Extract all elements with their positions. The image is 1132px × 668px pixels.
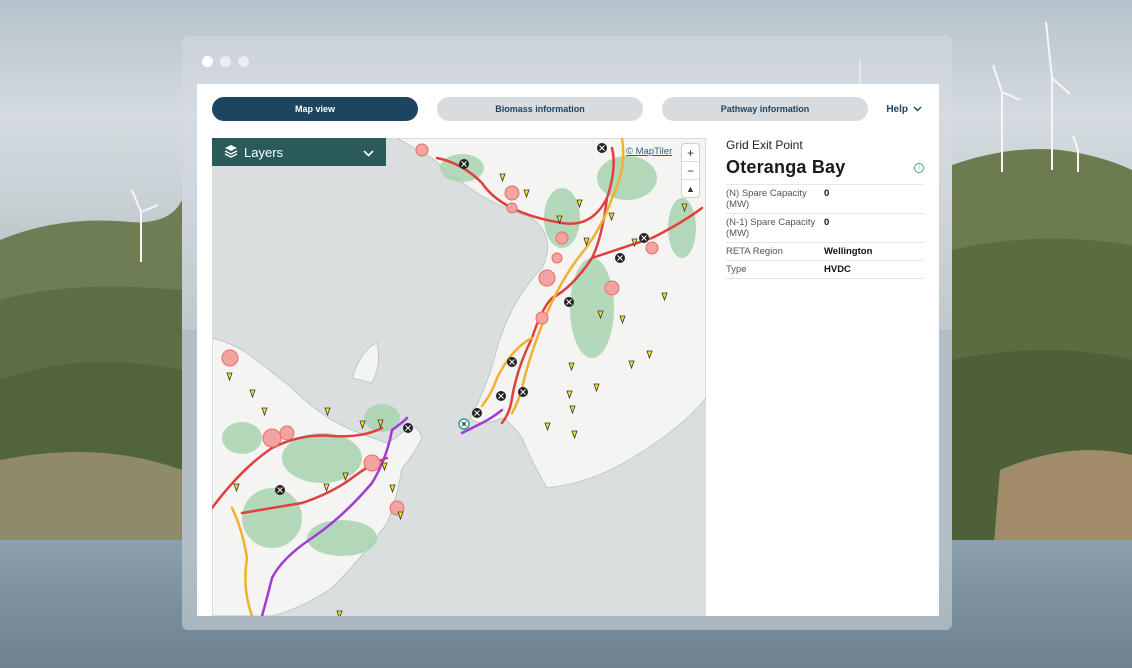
tab-map-view[interactable]: Map view — [212, 97, 418, 121]
property-value: HVDC — [824, 260, 924, 279]
property-key: (N-1) Spare Capacity (MW) — [726, 213, 824, 243]
panel-title: Oteranga Bay — [726, 157, 846, 177]
property-key: RETA Region — [726, 242, 824, 261]
property-key: Type — [726, 260, 824, 279]
map-canvas[interactable]: Layers © MapTiler + − ▲ — [212, 138, 706, 616]
window-controls — [202, 56, 249, 67]
table-row: Type HVDC — [726, 260, 924, 279]
app-window: Map view Biomass information Pathway inf… — [182, 36, 952, 630]
compass-button[interactable]: ▲ — [682, 180, 699, 197]
layers-label: Layers — [244, 144, 284, 160]
table-row: RETA Region Wellington — [726, 242, 924, 261]
chevron-down-icon — [363, 145, 374, 160]
property-value: 0 — [824, 184, 924, 214]
tab-pathway-information[interactable]: Pathway information — [662, 97, 868, 121]
map-basemap — [212, 138, 706, 616]
map-attribution-link[interactable]: © MapTiler — [626, 146, 672, 157]
help-label: Help — [886, 103, 908, 115]
help-menu[interactable]: Help — [886, 104, 924, 115]
panel-subtitle: Grid Exit Point — [726, 138, 803, 152]
zoom-controls: + − ▲ — [682, 144, 699, 197]
table-row: (N) Spare Capacity (MW) 0 — [726, 184, 924, 214]
info-icon[interactable]: i — [914, 162, 924, 173]
window-close-dot[interactable] — [202, 56, 213, 67]
zoom-in-button[interactable]: + — [682, 144, 699, 162]
zoom-out-button[interactable]: − — [682, 162, 699, 180]
layers-icon — [224, 144, 238, 161]
property-key: (N) Spare Capacity (MW) — [726, 184, 824, 214]
app-content: Map view Biomass information Pathway inf… — [197, 84, 939, 616]
window-maximize-dot[interactable] — [238, 56, 249, 67]
property-value: 0 — [824, 213, 924, 243]
info-panel: Grid Exit Point Oteranga Bay i (N) Spare… — [726, 138, 924, 279]
table-row: (N-1) Spare Capacity (MW) 0 — [726, 213, 924, 243]
properties-table: (N) Spare Capacity (MW) 0 (N-1) Spare Ca… — [726, 184, 924, 279]
top-navigation: Map view Biomass information Pathway inf… — [212, 97, 924, 121]
window-minimize-dot[interactable] — [220, 56, 231, 67]
chevron-down-icon — [913, 104, 922, 115]
property-value: Wellington — [824, 242, 924, 261]
tab-biomass-information[interactable]: Biomass information — [437, 97, 643, 121]
layers-toggle[interactable]: Layers — [212, 138, 386, 166]
